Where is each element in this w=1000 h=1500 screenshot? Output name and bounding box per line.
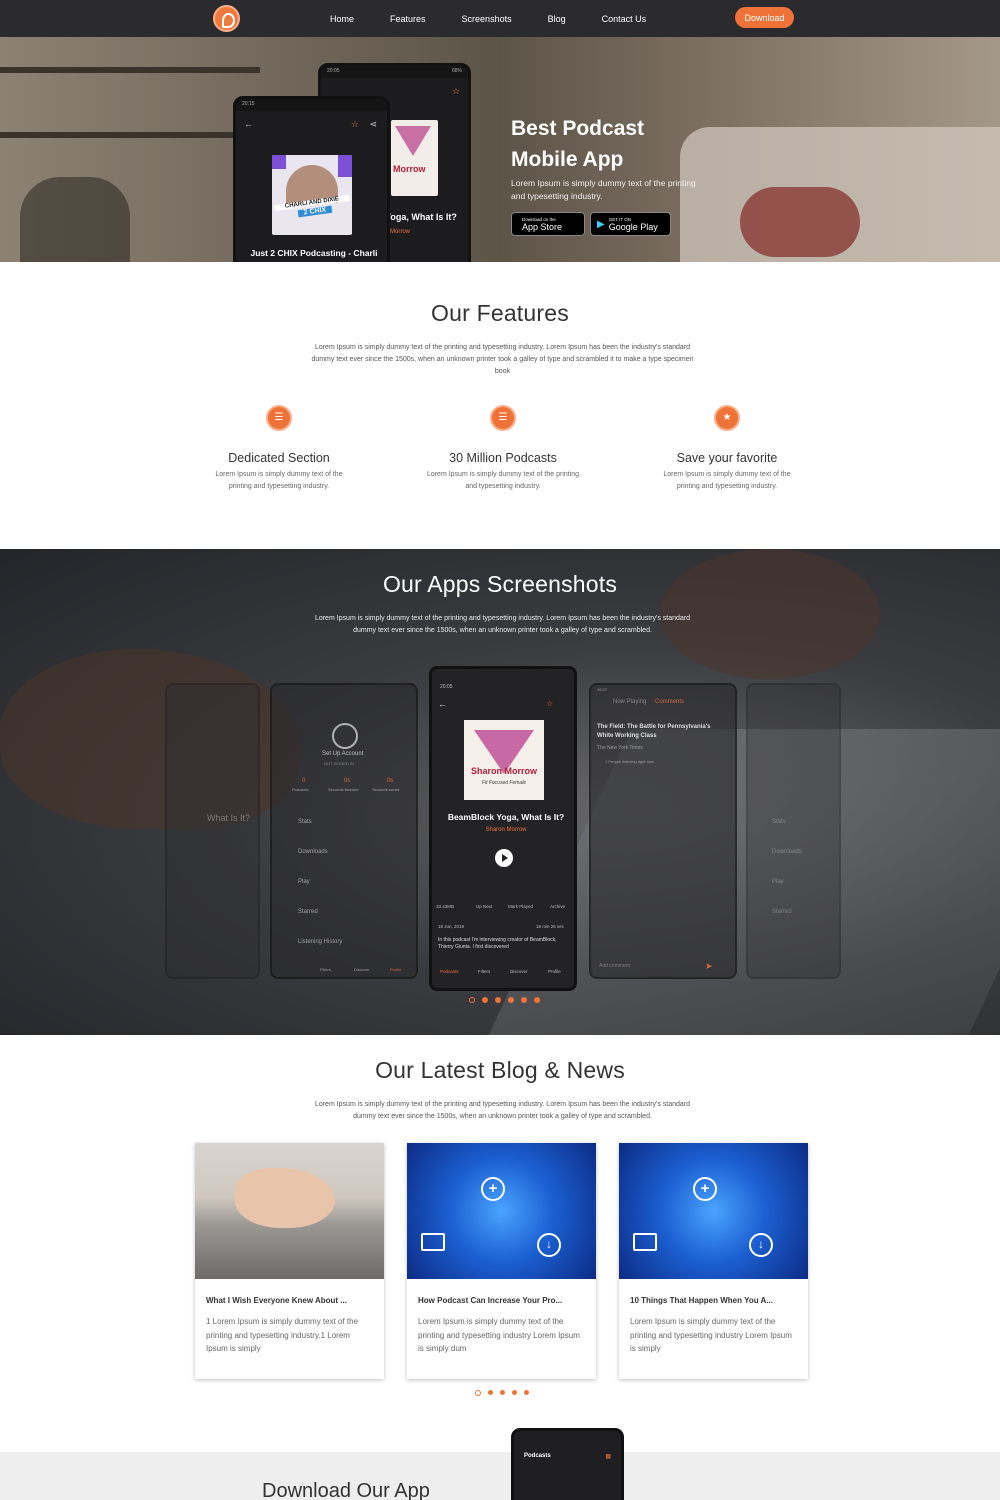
screenshots-section: Our Apps Screenshots Lorem Ipsum is simp… (0, 549, 1000, 1035)
podcast-cover: Morrow (391, 120, 438, 196)
star-icon[interactable]: ☆ (452, 86, 460, 97)
status-time: 20:05 (327, 68, 340, 74)
share-icon[interactable]: ⋖ (369, 119, 377, 130)
star-icon[interactable]: ☆ (546, 699, 553, 708)
menu-listening-history[interactable]: Listening History (298, 939, 342, 945)
menu-downloads[interactable]: Downloads (298, 849, 328, 855)
blog-card-text: Lorem Ipsum is simply dummy text of the … (418, 1317, 580, 1353)
feature-text: Lorem Ipsum is simply dummy text of the … (426, 471, 580, 490)
hero-description: Lorem Ipsum is simply dummy text of the … (511, 178, 696, 201)
feature-card: ☰ 30 Million Podcasts Lorem Ipsum is sim… (413, 405, 593, 493)
pagination-dot[interactable] (512, 1390, 517, 1395)
podcast-title: Yoga, What Is It? (385, 212, 457, 222)
menu-play[interactable]: Play (298, 879, 310, 885)
send-icon[interactable]: ➤ (705, 961, 713, 972)
app-store-button[interactable]: Download on the App Store (511, 212, 585, 236)
screenshots-pagination (469, 997, 540, 1003)
blog-card[interactable]: + ↓ How Podcast Can Increase Your Pro...… (407, 1143, 596, 1379)
nav-links: Home Features Screenshots Blog Contact U… (330, 0, 682, 37)
podcast-author: Sharon Morrow (485, 827, 527, 833)
pagination-dot[interactable] (508, 997, 514, 1003)
blog-card[interactable]: + ↓ 10 Things That Happen When You A... … (619, 1143, 808, 1379)
comment-input[interactable]: Add comment (599, 963, 630, 969)
feature-card: ★ Save your favorite Lorem Ipsum is simp… (637, 405, 817, 493)
hero-background-shelf (0, 132, 240, 138)
pagination-dot[interactable] (495, 997, 501, 1003)
download-section (0, 1452, 1000, 1500)
features-title: Our Features (431, 300, 569, 326)
status-time: 20:15 (242, 101, 255, 107)
star-icon[interactable]: ☆ (351, 119, 359, 130)
screenshot-phone-far-right[interactable]: Stats Downloads Play Starred (746, 683, 841, 979)
feature-card: ☰ Dedicated Section Lorem Ipsum is simpl… (189, 405, 369, 493)
blog-image: + ↓ (407, 1143, 596, 1279)
blog-card-title[interactable]: What I Wish Everyone Knew About ... (206, 1296, 373, 1305)
blog-image (195, 1143, 384, 1279)
star-icon: ★ (714, 405, 740, 431)
feature-title: 30 Million Podcasts (449, 451, 557, 465)
hero-background-shelf (0, 67, 260, 73)
pagination-dot[interactable] (521, 997, 527, 1003)
podcast-cover: Sharon Morrow Fit Focused Female (464, 720, 544, 800)
blog-card[interactable]: What I Wish Everyone Knew About ... 1 Lo… (195, 1143, 384, 1379)
pagination-dot[interactable] (469, 997, 475, 1003)
blog-card-title[interactable]: How Podcast Can Increase Your Pro... (418, 1296, 585, 1305)
screenshots-description: Lorem Ipsum is simply dummy text of the … (314, 615, 691, 634)
nav-features-link[interactable]: Features (390, 14, 426, 24)
menu-starred[interactable]: Starred (298, 909, 318, 915)
screenshots-title: Our Apps Screenshots (382, 571, 618, 597)
pagination-dot[interactable] (475, 1390, 481, 1396)
nav-contact-link[interactable]: Contact Us (602, 14, 647, 24)
blog-image: + ↓ (619, 1143, 808, 1279)
feature-text: Lorem Ipsum is simply dummy text of the … (215, 471, 343, 490)
menu-stats[interactable]: Stats (298, 819, 312, 825)
play-store-icon: ▶ (597, 218, 605, 230)
list-icon: ☰ (490, 405, 516, 431)
feature-title: Dedicated Section (228, 451, 330, 465)
download-button[interactable]: Download (735, 7, 794, 28)
blog-card-text: 1 Lorem Ipsum is simply dummy text of th… (206, 1317, 359, 1353)
hero-background-person (740, 187, 860, 257)
download-title: Download Our App (262, 1480, 430, 1500)
podcast-cover: CHARLI AND DIXIE 2 CHIX (272, 155, 352, 235)
nav-blog-link[interactable]: Blog (548, 14, 566, 24)
screenshot-phone-center[interactable]: 20:05 ← ☆ Sharon Morrow Fit Focused Fema… (429, 666, 577, 991)
pagination-dot[interactable] (534, 997, 540, 1003)
podcast-title: Just 2 CHIX Podcasting - Charli and Dixi… (250, 248, 378, 262)
blog-card-text: Lorem Ipsum is simply dummy text of the … (630, 1317, 792, 1353)
feature-text: Lorem Ipsum is simply dummy text of the … (663, 471, 791, 490)
play-icon[interactable] (495, 849, 513, 867)
google-play-button[interactable]: ▶ GET IT ON Google Play (590, 212, 671, 236)
top-navbar: Home Features Screenshots Blog Contact U… (0, 0, 1000, 37)
list-icon: ☰ (266, 405, 292, 431)
back-arrow-icon[interactable]: ← (438, 699, 447, 709)
pagination-dot[interactable] (488, 1390, 493, 1395)
blog-pagination (475, 1390, 529, 1396)
pagination-dot[interactable] (500, 1390, 505, 1395)
grid-icon[interactable]: ▦ (605, 1453, 611, 1460)
features-description: Lorem Ipsum is simply dummy text of the … (311, 344, 694, 375)
status-battery: 68% (451, 68, 462, 74)
avatar (332, 723, 358, 749)
screenshot-phone-right[interactable]: 19:27 Now Playing Comments The Field: Th… (589, 683, 737, 979)
blog-title: Our Latest Blog & News (375, 1057, 625, 1083)
download-phone: Podcasts ▦ (511, 1428, 624, 1500)
pagination-dot[interactable] (482, 997, 488, 1003)
pagination-dot[interactable] (524, 1390, 529, 1395)
hero-background-plant (20, 177, 130, 262)
podcast-title: BeamBlock Yoga, What Is It? (447, 812, 565, 822)
feature-title: Save your favorite (676, 451, 778, 465)
hero-title: Best Podcast Mobile App (511, 117, 645, 171)
hero-section: 20:05 68% ☆ Morrow Yoga, What Is It? n Mo… (0, 37, 1000, 262)
blog-card-title[interactable]: 10 Things That Happen When You A... (630, 1296, 797, 1305)
logo-icon[interactable] (213, 5, 240, 32)
nav-home-link[interactable]: Home (330, 14, 354, 24)
nav-screenshots-link[interactable]: Screenshots (462, 14, 512, 24)
screenshot-phone-far-left[interactable]: What Is It? (165, 683, 260, 979)
back-arrow-icon[interactable]: ← (244, 119, 253, 129)
hero-phone-front: 20:15 ← ☆ ⋖ CHARLI AND DIXIE 2 CHIX Just… (233, 96, 390, 262)
blog-description: Lorem Ipsum is simply dummy text of the … (314, 1101, 691, 1120)
screenshot-phone-left[interactable]: Set Up Account NOT SIGNED IN 0 Podcasts … (270, 683, 418, 979)
